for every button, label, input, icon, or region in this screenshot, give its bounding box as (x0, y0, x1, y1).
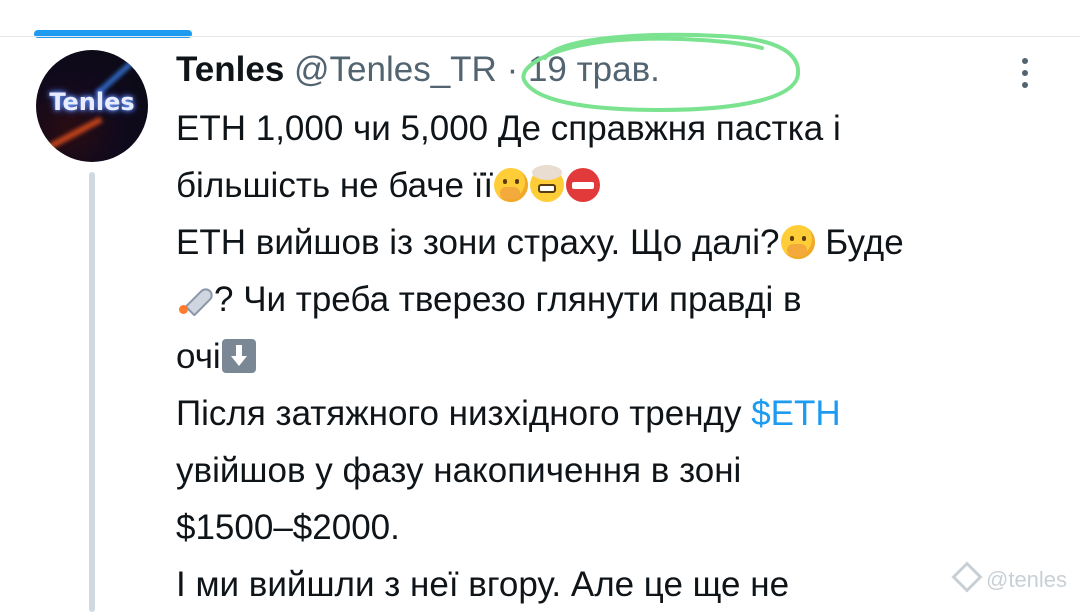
more-options-icon[interactable] (1010, 56, 1040, 90)
tweet-line: ETH 1,000 чи 5,000 Де справжня пастка і (176, 100, 1056, 157)
tweet-line-text: І ми вийшли з неї вгору. Але це ще не (176, 565, 790, 604)
cashtag-link[interactable]: $ETH (751, 394, 840, 433)
tweet-line-text: Буде (815, 223, 904, 262)
header-divider (0, 36, 1080, 37)
tweet-line: увійшов у фазу накопичення в зоні (176, 442, 1056, 499)
avatar-logo-text: Tenles (49, 88, 135, 116)
tweet-line-text: очі (176, 337, 221, 376)
tweet-line: $1500–$2000. (176, 499, 1056, 556)
watermark-text: @tenles (986, 567, 1068, 592)
tweet-line-text: $1500–$2000. (176, 508, 400, 547)
author-handle[interactable]: @Tenles_TR (294, 50, 497, 89)
tweet-line-text: більшість не баче її (176, 166, 494, 205)
tweet-line: більшість не баче її (176, 157, 1056, 214)
binance-logo-icon (951, 561, 983, 593)
no-entry-icon (566, 168, 601, 202)
tweet-body: ETH 1,000 чи 5,000 Де справжня пастка і … (176, 100, 1056, 613)
avatar[interactable]: Tenles (36, 50, 148, 162)
down-arrow-icon (221, 339, 256, 373)
tweet-line-text: увійшов у фазу накопичення в зоні (176, 451, 742, 490)
tweet-line: ? Чи треба тверезо глянути правді в (176, 271, 1056, 328)
tweet-line: ETH вийшов із зони страху. Що далі? Буде (176, 214, 1056, 271)
tweet-line: очі (176, 328, 1056, 385)
header-separator: · (506, 50, 519, 89)
tweet-date[interactable]: 19 трав. (528, 50, 660, 89)
watermark: @tenles (951, 561, 1068, 593)
tweet-line-text: Після затяжного низхідного тренду (176, 394, 752, 433)
tweet-line: Після затяжного низхідного тренду $ETH (176, 385, 1056, 442)
thread-connector-line (89, 172, 95, 612)
tweet-line: І ми вийшли з неї вгору. Але це ще не (176, 556, 1056, 613)
tweet-line-text: ETH 1,000 чи 5,000 Де справжня пастка і (176, 109, 841, 148)
tweet-header: Tenles @Tenles_TR · 19 трав. (176, 50, 660, 94)
tweet-line-text: ? Чи треба тверезо глянути правді в (214, 280, 802, 319)
rocket-icon (177, 280, 213, 316)
tweet-line-text: ETH вийшов із зони страху. Що далі? (176, 223, 780, 262)
exploding-head-icon (530, 165, 565, 202)
avatar-streak-orange (36, 116, 103, 160)
face-with-hand-over-mouth-icon (494, 168, 529, 202)
thinking-face-icon (780, 225, 815, 259)
author-display-name[interactable]: Tenles (176, 50, 284, 89)
